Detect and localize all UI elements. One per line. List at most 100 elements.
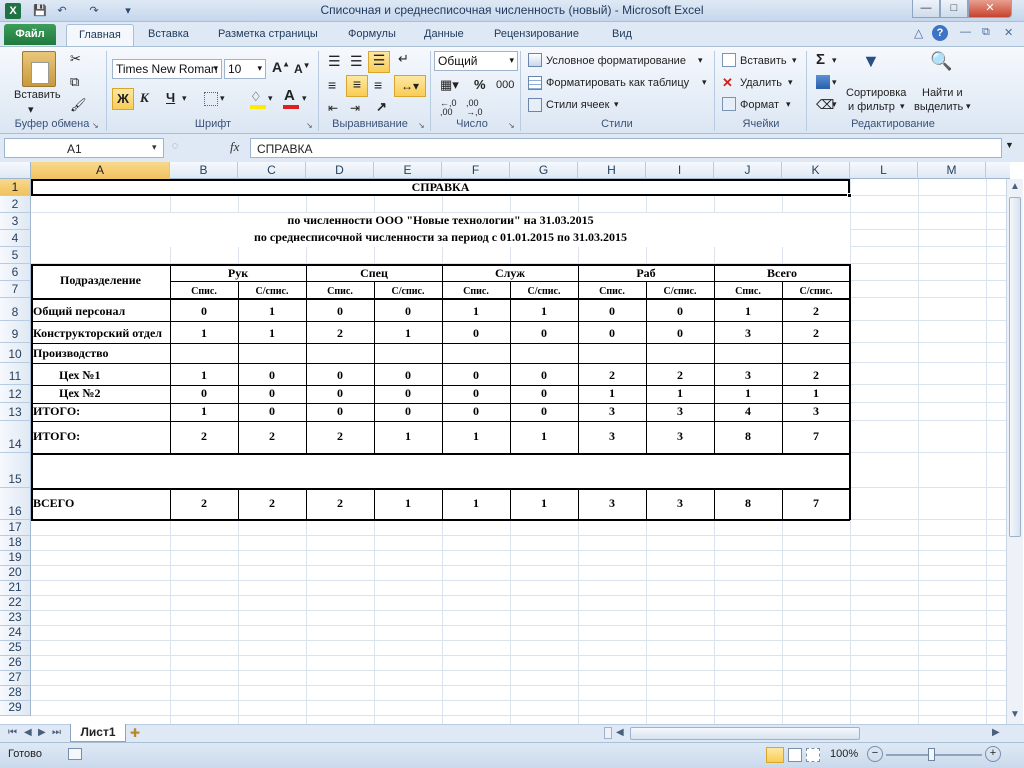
- row-header[interactable]: 13: [0, 403, 31, 421]
- align-left-icon[interactable]: ≡: [328, 77, 336, 93]
- data-cell[interactable]: 1: [510, 298, 578, 321]
- data-cell[interactable]: 0: [170, 385, 238, 403]
- font-color-icon[interactable]: A: [284, 87, 295, 104]
- increase-decimal-icon[interactable]: ←,0,00: [440, 99, 457, 117]
- column-header-e[interactable]: E: [374, 162, 442, 179]
- row-label[interactable]: Конструкторский отдел: [31, 321, 170, 343]
- macro-record-icon[interactable]: [68, 748, 82, 760]
- data-cell[interactable]: 8: [714, 488, 782, 520]
- data-cell[interactable]: 1: [442, 488, 510, 520]
- row-header[interactable]: 18: [0, 535, 31, 551]
- data-cell[interactable]: 2: [170, 421, 238, 453]
- row-header[interactable]: 25: [0, 640, 31, 656]
- chevron-down-icon[interactable]: ▾: [832, 77, 837, 88]
- row-label[interactable]: Общий персонал: [31, 298, 170, 321]
- paste-button[interactable]: Вставить: [14, 89, 61, 101]
- tab-formulas[interactable]: Формулы: [336, 24, 408, 46]
- underline-button[interactable]: Ч: [166, 90, 175, 105]
- header-sub-sspis[interactable]: С/спис.: [646, 281, 714, 298]
- data-cell[interactable]: 2: [782, 298, 850, 321]
- column-header-c[interactable]: C: [238, 162, 306, 179]
- data-cell[interactable]: 8: [714, 421, 782, 453]
- data-cell[interactable]: 3: [578, 421, 646, 453]
- last-sheet-icon[interactable]: ⏭: [52, 727, 61, 738]
- paste-icon[interactable]: [22, 51, 56, 87]
- data-cell[interactable]: [238, 343, 306, 363]
- data-cell[interactable]: 2: [782, 363, 850, 385]
- column-header-m[interactable]: M: [918, 162, 986, 179]
- data-cell[interactable]: 2: [578, 363, 646, 385]
- data-cell[interactable]: [646, 343, 714, 363]
- data-cell[interactable]: 0: [374, 298, 442, 321]
- zoom-in-button[interactable]: +: [985, 746, 1001, 762]
- borders-dropdown-icon[interactable]: ▾: [220, 93, 225, 104]
- data-cell[interactable]: 1: [238, 298, 306, 321]
- data-cell[interactable]: 1: [714, 385, 782, 403]
- doc-minimize-icon[interactable]: —: [960, 26, 971, 38]
- formula-expand-icon[interactable]: ▼: [1005, 140, 1014, 150]
- chevron-down-icon[interactable]: ▾: [614, 99, 619, 110]
- page-layout-view-icon[interactable]: [788, 748, 802, 762]
- data-cell[interactable]: [306, 453, 374, 488]
- header-sub-spis[interactable]: Спис.: [170, 281, 238, 298]
- number-launcher-icon[interactable]: ↘: [508, 121, 515, 130]
- data-cell[interactable]: [374, 453, 442, 488]
- data-cell[interactable]: 2: [238, 488, 306, 520]
- chevron-down-icon[interactable]: ▾: [832, 55, 837, 66]
- font-size-box[interactable]: 10 ▾: [224, 59, 266, 79]
- normal-view-icon[interactable]: [766, 747, 784, 763]
- data-cell[interactable]: 3: [646, 421, 714, 453]
- row-header[interactable]: 5: [0, 247, 31, 264]
- find-select-button[interactable]: Найти и: [922, 87, 963, 99]
- data-cell[interactable]: 1: [170, 321, 238, 343]
- data-cell[interactable]: 1: [170, 403, 238, 421]
- data-cell[interactable]: 1: [646, 385, 714, 403]
- cell-styles-icon[interactable]: [528, 98, 542, 112]
- row-header[interactable]: 17: [0, 520, 31, 536]
- data-cell[interactable]: [646, 453, 714, 488]
- data-cell[interactable]: 0: [374, 403, 442, 421]
- data-cell[interactable]: 0: [374, 385, 442, 403]
- header-sub-spis[interactable]: Спис.: [442, 281, 510, 298]
- orientation-icon[interactable]: ↗: [376, 99, 387, 115]
- data-cell[interactable]: [714, 453, 782, 488]
- header-sub-sspis[interactable]: С/спис.: [238, 281, 306, 298]
- tab-file[interactable]: Файл: [4, 24, 56, 45]
- clipboard-launcher-icon[interactable]: ↘: [92, 121, 99, 130]
- chevron-down-icon[interactable]: ▾: [832, 99, 837, 110]
- row-header[interactable]: 23: [0, 610, 31, 626]
- format-cells-icon[interactable]: [722, 97, 736, 111]
- row-header[interactable]: 15: [0, 453, 31, 488]
- data-cell[interactable]: 2: [306, 321, 374, 343]
- data-cell[interactable]: [238, 453, 306, 488]
- data-cell[interactable]: 2: [782, 321, 850, 343]
- currency-icon[interactable]: ▦▾: [440, 77, 459, 93]
- scroll-right-icon[interactable]: ▶: [992, 727, 1000, 738]
- insert-sheet-icon[interactable]: ✚: [130, 726, 140, 740]
- column-header-d[interactable]: D: [306, 162, 374, 179]
- row-header[interactable]: 9: [0, 321, 31, 343]
- italic-button[interactable]: К: [140, 90, 149, 106]
- data-cell[interactable]: 3: [714, 363, 782, 385]
- chevron-down-icon[interactable]: ▾: [698, 55, 703, 66]
- doc-close-icon[interactable]: ✕: [1004, 26, 1013, 39]
- fill-color-icon[interactable]: ♢: [250, 89, 262, 105]
- row-header[interactable]: 8: [0, 298, 31, 321]
- zoom-slider-thumb[interactable]: [928, 748, 935, 761]
- font-launcher-icon[interactable]: ↘: [306, 121, 313, 130]
- data-cell[interactable]: 7: [782, 488, 850, 520]
- bold-button[interactable]: Ж: [112, 88, 134, 110]
- zoom-level[interactable]: 100%: [830, 748, 858, 760]
- data-cell[interactable]: 0: [510, 363, 578, 385]
- tab-review[interactable]: Рецензирование: [482, 24, 591, 46]
- data-cell[interactable]: 2: [170, 488, 238, 520]
- row-header[interactable]: 3: [0, 213, 31, 230]
- data-cell[interactable]: 2: [306, 488, 374, 520]
- sheet-tab-list1[interactable]: Лист1: [70, 724, 126, 742]
- data-cell[interactable]: [374, 343, 442, 363]
- increase-indent-icon[interactable]: ⇥: [350, 101, 360, 115]
- data-cell[interactable]: [442, 343, 510, 363]
- row-header[interactable]: 28: [0, 685, 31, 701]
- data-cell[interactable]: 1: [578, 385, 646, 403]
- row-header[interactable]: 27: [0, 670, 31, 686]
